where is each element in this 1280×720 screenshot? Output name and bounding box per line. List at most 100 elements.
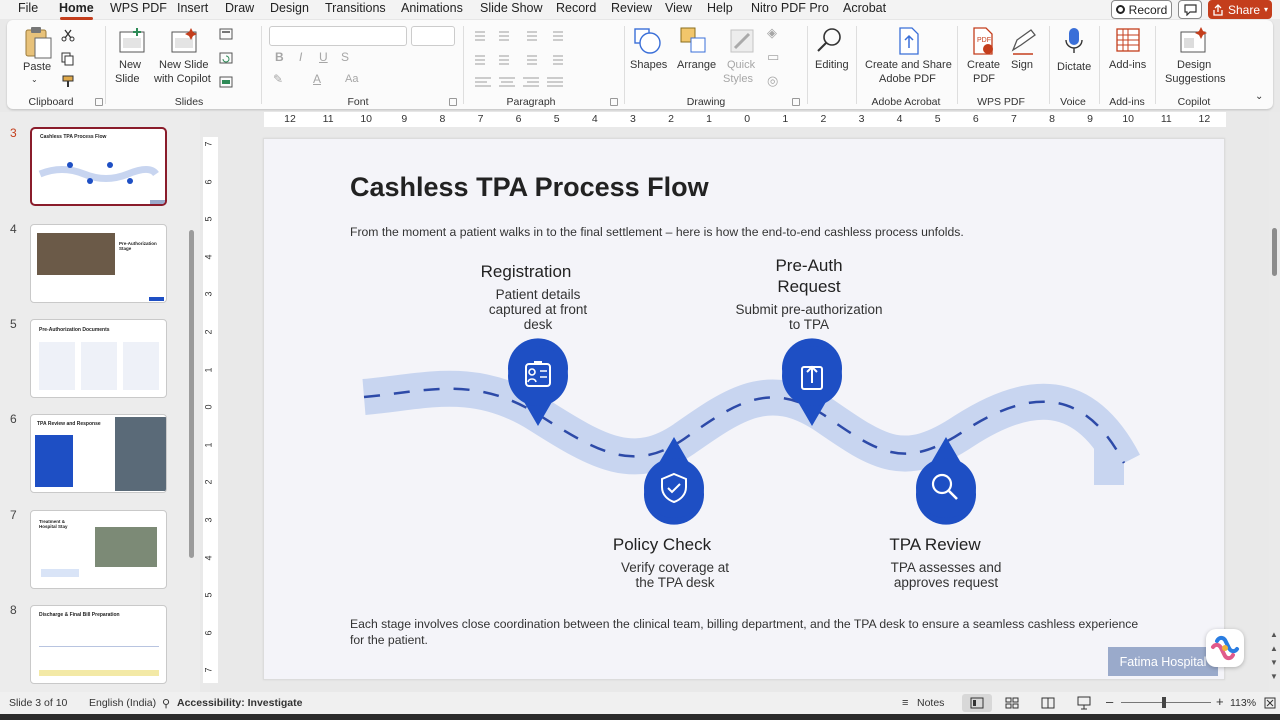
tab-review[interactable]: Review	[611, 1, 652, 19]
notes-icon[interactable]: ≡	[902, 697, 908, 709]
language-indicator[interactable]: English (India)	[89, 697, 156, 709]
font-launcher-icon[interactable]	[449, 98, 457, 106]
slide-thumbnail-3[interactable]: Cashless TPA Process Flow	[30, 127, 167, 206]
tab-slide-show[interactable]: Slide Show	[480, 1, 543, 19]
strikethrough-icon[interactable]: S	[341, 50, 349, 64]
slide-footer-text[interactable]: Each stage involves close coordination b…	[350, 616, 1150, 648]
clipboard-launcher-icon[interactable]	[95, 98, 103, 106]
zoom-level[interactable]: 113%	[1230, 697, 1256, 709]
accessibility-status[interactable]: Accessibility: Investigate	[177, 697, 302, 709]
layout-icon[interactable]	[219, 28, 233, 40]
shape-fill-icon[interactable]: ◈	[767, 26, 777, 40]
vertical-scrollbar[interactable]: ▲ ▲ ▼ ▼	[1269, 112, 1280, 692]
format-painter-icon[interactable]	[61, 74, 75, 88]
tab-help[interactable]: Help	[707, 1, 733, 19]
reset-icon[interactable]	[219, 52, 233, 64]
change-case-icon[interactable]: Aa	[345, 72, 358, 86]
slide-canvas[interactable]: Cashless TPA Process Flow From the momen…	[263, 138, 1225, 680]
underline-icon[interactable]: U	[319, 50, 328, 64]
tab-home[interactable]: Home	[59, 1, 94, 20]
copy-icon[interactable]	[61, 52, 75, 66]
hospital-badge[interactable]: Fatima Hospital	[1108, 647, 1218, 676]
font-size-dropdown[interactable]	[411, 26, 455, 46]
tab-view[interactable]: View	[665, 1, 692, 19]
notes-button[interactable]: Notes	[917, 697, 944, 709]
collapse-ribbon-icon[interactable]: ⌄	[1255, 90, 1263, 104]
thumbnail-scrollbar[interactable]	[189, 230, 194, 558]
cut-icon[interactable]	[61, 28, 75, 42]
italic-icon[interactable]: I	[299, 50, 302, 64]
fit-to-window-icon[interactable]	[1264, 697, 1276, 709]
stage-title-registration[interactable]: Registration	[464, 261, 588, 282]
arrange-button[interactable]: Arrange	[677, 58, 716, 72]
share-button[interactable]: Share ▾	[1208, 0, 1272, 19]
tab-draw[interactable]: Draw	[225, 1, 254, 19]
paragraph-launcher-icon[interactable]	[610, 98, 618, 106]
tab-nitro-pdf-pro[interactable]: Nitro PDF Pro	[751, 1, 829, 19]
slide-thumbnail-4[interactable]: Pre-Authorization Stage	[30, 224, 167, 303]
tab-insert[interactable]: Insert	[177, 1, 208, 19]
create-share-pdf-label-2[interactable]: Adobe PDF	[879, 72, 936, 86]
slide-sorter-icon[interactable]	[1005, 697, 1019, 709]
tab-acrobat[interactable]: Acrobat	[843, 1, 886, 19]
scroll-thumb[interactable]	[1272, 228, 1277, 276]
sign-button[interactable]: Sign	[1011, 58, 1033, 72]
scroll-up-arrow-icon[interactable]: ▲	[1270, 630, 1278, 639]
stage-desc-registration[interactable]: Patient details captured at front desk	[474, 287, 602, 332]
slide-thumbnail-6[interactable]: TPA Review and Response	[30, 414, 167, 493]
quick-styles-label-1[interactable]: Quick	[727, 58, 755, 72]
new-slide-label-2[interactable]: Slide	[115, 72, 139, 86]
slide-thumbnail-8[interactable]: Discharge & Final Bill Preparation	[30, 605, 167, 684]
tab-record[interactable]: Record	[556, 1, 596, 19]
drawing-launcher-icon[interactable]	[792, 98, 800, 106]
reading-view-icon[interactable]	[1041, 697, 1055, 709]
comments-button[interactable]	[1178, 0, 1202, 19]
font-color-icon[interactable]: A	[313, 72, 321, 86]
accessibility-icon[interactable]: ⚲	[162, 697, 170, 710]
slide-show-icon[interactable]	[1077, 696, 1091, 710]
chevron-down-icon[interactable]: ⌄	[31, 73, 38, 87]
editing-button[interactable]: Editing	[815, 58, 849, 72]
next-slide-icon[interactable]: ▼	[1270, 658, 1278, 667]
section-icon[interactable]	[219, 76, 233, 88]
stage-title-pre-auth[interactable]: Pre-Auth Request	[759, 255, 859, 297]
tab-animations[interactable]: Animations	[401, 1, 463, 19]
zoom-slider-thumb[interactable]	[1162, 697, 1166, 708]
tab-wps-pdf[interactable]: WPS PDF	[110, 1, 167, 19]
slide-thumbnail-7[interactable]: Treatment & Hospital Stay	[30, 510, 167, 589]
shapes-button[interactable]: Shapes	[630, 58, 667, 72]
zoom-slider[interactable]	[1121, 702, 1211, 703]
stage-title-tpa-review[interactable]: TPA Review	[870, 534, 1000, 555]
previous-slide-icon[interactable]: ▲	[1270, 644, 1278, 653]
zoom-in-icon[interactable]: +	[1216, 694, 1224, 709]
record-button[interactable]: Record	[1111, 0, 1172, 19]
design-suggestions-label-1[interactable]: Design	[1177, 58, 1211, 72]
bold-icon[interactable]: B	[275, 50, 284, 64]
create-share-pdf-label-1[interactable]: Create and Share	[865, 58, 952, 72]
zoom-out-icon[interactable]: –	[1106, 694, 1113, 709]
paste-button[interactable]: Paste	[23, 60, 51, 74]
slide-counter[interactable]: Slide 3 of 10	[9, 697, 67, 709]
tab-transitions[interactable]: Transitions	[325, 1, 386, 19]
dictate-button[interactable]: Dictate	[1057, 60, 1091, 74]
scroll-down-arrow-icon[interactable]: ▼	[1270, 672, 1278, 681]
stage-desc-tpa-review[interactable]: TPA assesses and approves request	[878, 560, 1014, 590]
add-ins-button[interactable]: Add-ins	[1109, 58, 1146, 72]
design-suggestions-label-2[interactable]: Suggestions	[1165, 72, 1226, 86]
font-name-dropdown[interactable]	[269, 26, 407, 46]
shape-outline-icon[interactable]: ▭	[767, 50, 779, 64]
tab-file[interactable]: File	[18, 1, 38, 19]
stage-desc-policy-check[interactable]: Verify coverage at the TPA desk	[610, 560, 740, 590]
stage-title-policy-check[interactable]: Policy Check	[597, 534, 727, 555]
new-slide-label-1[interactable]: New	[119, 58, 141, 72]
copilot-button[interactable]	[1206, 629, 1244, 667]
new-slide-copilot-label-2[interactable]: with Copilot	[154, 72, 211, 86]
slide-thumbnail-5[interactable]: Pre-Authorization Documents	[30, 319, 167, 398]
shape-effects-icon[interactable]: ◎	[767, 74, 778, 88]
normal-view-button[interactable]	[962, 694, 992, 712]
stage-desc-pre-auth[interactable]: Submit pre-authorization to TPA	[734, 302, 884, 332]
new-slide-copilot-label-1[interactable]: New Slide	[159, 58, 209, 72]
quick-styles-label-2[interactable]: Styles	[723, 72, 753, 86]
tab-design[interactable]: Design	[270, 1, 309, 19]
create-pdf-label-1[interactable]: Create	[967, 58, 1000, 72]
